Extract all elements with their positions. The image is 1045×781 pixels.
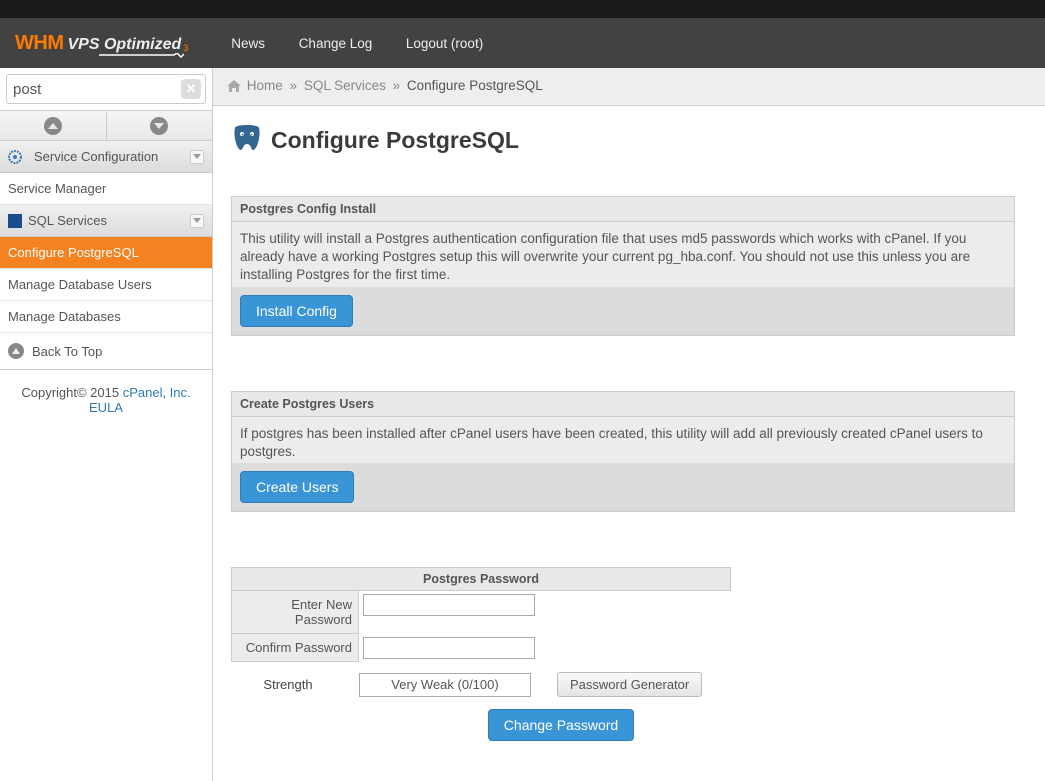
logo-vps-text: VPS Optimized bbox=[67, 36, 181, 54]
sidebar-item-label: Service Manager bbox=[8, 181, 106, 196]
header-bar: WHM VPS Optimized 3 News Change Log Logo… bbox=[0, 18, 1045, 68]
sidebar-item-label: Manage Databases bbox=[8, 309, 121, 324]
nav-logout[interactable]: Logout (root) bbox=[406, 36, 483, 51]
logo-underline-icon bbox=[99, 53, 184, 58]
main: Home » SQL Services » Configure PostgreS… bbox=[213, 68, 1045, 781]
clear-search-icon[interactable]: ✕ bbox=[181, 79, 201, 99]
new-password-input[interactable] bbox=[363, 594, 535, 616]
panel-header: Create Postgres Users bbox=[232, 392, 1014, 417]
search-row: ✕ bbox=[0, 68, 212, 111]
panel-config-install: Postgres Config Install This utility wil… bbox=[231, 196, 1015, 336]
breadcrumb-home[interactable]: Home bbox=[247, 78, 283, 93]
nav-links: News Change Log Logout (root) bbox=[216, 36, 498, 51]
sidebar: ✕ Service Configuration Service Manager … bbox=[0, 68, 213, 781]
top-strip bbox=[0, 0, 1045, 18]
arrow-up-circle-icon bbox=[8, 343, 24, 359]
collapse-arrows bbox=[0, 111, 212, 141]
sidebar-section-service-config[interactable]: Service Configuration bbox=[0, 141, 212, 173]
breadcrumb-sep: » bbox=[290, 78, 298, 93]
sidebar-section-sql-services[interactable]: SQL Services bbox=[0, 205, 212, 237]
arrow-down-icon bbox=[154, 123, 164, 129]
strength-label: Strength bbox=[231, 677, 359, 692]
password-header: Postgres Password bbox=[231, 567, 731, 591]
sidebar-section-label: SQL Services bbox=[28, 213, 107, 228]
breadcrumb-sep: » bbox=[393, 78, 401, 93]
collapse-up-button[interactable] bbox=[0, 111, 107, 140]
sql-icon bbox=[8, 214, 22, 228]
page-title: Configure PostgreSQL bbox=[271, 127, 519, 154]
sidebar-item-label: Manage Database Users bbox=[8, 277, 152, 292]
chevron-down-icon bbox=[190, 150, 204, 164]
logo-whm-text: WHM bbox=[15, 32, 63, 55]
eula-link[interactable]: EULA bbox=[89, 400, 123, 415]
sidebar-section-label: Service Configuration bbox=[34, 149, 158, 164]
install-config-button[interactable]: Install Config bbox=[240, 295, 353, 327]
collapse-down-button[interactable] bbox=[107, 111, 213, 140]
sidebar-item-configure-postgresql[interactable]: Configure PostgreSQL bbox=[0, 237, 212, 269]
postgresql-icon bbox=[231, 124, 263, 156]
gear-icon bbox=[8, 150, 22, 164]
sidebar-item-label: Configure PostgreSQL bbox=[8, 245, 139, 260]
create-users-button[interactable]: Create Users bbox=[240, 471, 354, 503]
home-icon bbox=[227, 80, 241, 95]
sidebar-item-manage-databases[interactable]: Manage Databases bbox=[0, 301, 212, 333]
breadcrumb-sql[interactable]: SQL Services bbox=[304, 78, 386, 93]
arrow-up-icon bbox=[48, 123, 58, 129]
chevron-down-icon bbox=[190, 214, 204, 228]
password-section: Postgres Password Enter New Password Con… bbox=[231, 567, 731, 741]
nav-change-log[interactable]: Change Log bbox=[299, 36, 373, 51]
confirm-password-input[interactable] bbox=[363, 637, 535, 659]
strength-meter: Very Weak (0/100) bbox=[359, 673, 531, 697]
panel-header: Postgres Config Install bbox=[232, 197, 1014, 222]
search-input[interactable] bbox=[6, 74, 206, 104]
nav-news[interactable]: News bbox=[231, 36, 265, 51]
sidebar-item-manage-db-users[interactable]: Manage Database Users bbox=[0, 269, 212, 301]
change-password-button[interactable]: Change Password bbox=[488, 709, 634, 741]
panel-body: This utility will install a Postgres aut… bbox=[232, 222, 1014, 287]
password-generator-button[interactable]: Password Generator bbox=[557, 672, 702, 697]
logo-vps-label: VPS Optimized bbox=[67, 36, 181, 53]
page-title-row: Configure PostgreSQL bbox=[231, 124, 1015, 156]
copyright: Copyright© 2015 cPanel, Inc. EULA bbox=[0, 370, 212, 430]
new-password-label: Enter New Password bbox=[231, 591, 359, 634]
confirm-password-label: Confirm Password bbox=[231, 634, 359, 662]
logo[interactable]: WHM VPS Optimized 3 bbox=[15, 32, 186, 55]
back-to-top-label: Back To Top bbox=[32, 344, 102, 359]
logo-sub: 3 bbox=[183, 43, 188, 53]
back-to-top-button[interactable]: Back To Top bbox=[0, 333, 212, 370]
panel-body: If postgres has been installed after cPa… bbox=[232, 417, 1014, 463]
copyright-text: Copyright© 2015 bbox=[21, 385, 122, 400]
sidebar-item-service-manager[interactable]: Service Manager bbox=[0, 173, 212, 205]
breadcrumb: Home » SQL Services » Configure PostgreS… bbox=[213, 68, 1045, 106]
breadcrumb-current: Configure PostgreSQL bbox=[407, 78, 543, 93]
panel-create-users: Create Postgres Users If postgres has be… bbox=[231, 391, 1015, 512]
cpanel-link[interactable]: cPanel, Inc. bbox=[123, 385, 191, 400]
